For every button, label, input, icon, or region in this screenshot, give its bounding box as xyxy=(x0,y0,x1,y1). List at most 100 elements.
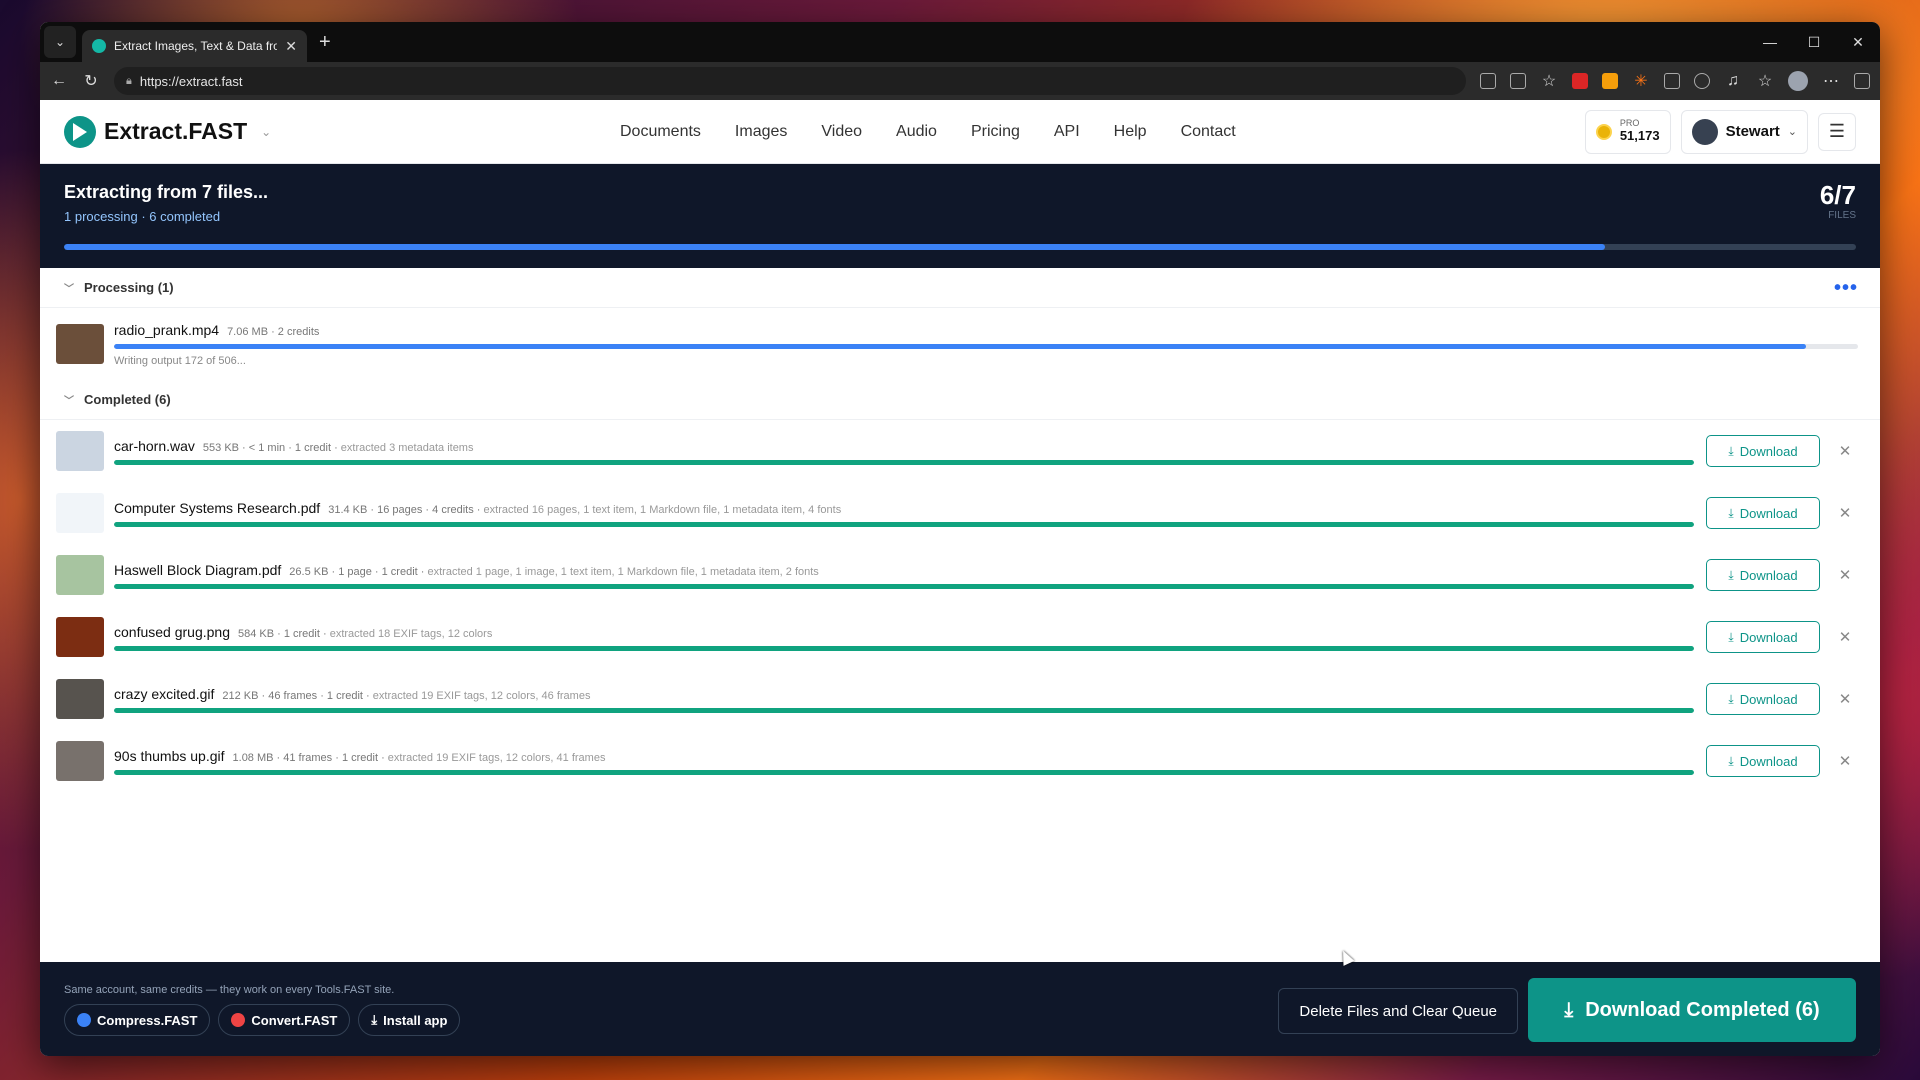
refresh-icon[interactable]: ↻ xyxy=(82,71,100,91)
download-button[interactable]: ⤓ Download xyxy=(1706,683,1820,715)
file-thumbnail xyxy=(56,741,104,781)
nav-images[interactable]: Images xyxy=(735,123,787,141)
favorites-icon[interactable]: ☆ xyxy=(1756,71,1774,91)
compress-fast-link[interactable]: Compress.FAST xyxy=(64,1004,211,1036)
file-progress-fill xyxy=(114,583,1694,589)
apps-icon[interactable] xyxy=(1480,73,1496,89)
credits-badge[interactable]: PRO 51,173 xyxy=(1584,109,1671,154)
sidebar-icon[interactable] xyxy=(1854,73,1870,89)
completed-row: 90s thumbs up.gif 1.08 MB · 41 frames · … xyxy=(40,730,1880,792)
main-nav: Documents Images Video Audio Pricing API… xyxy=(620,123,1236,141)
banner-title: Extracting from 7 files... xyxy=(64,182,269,202)
file-status-note: Writing output 172 of 506... xyxy=(114,354,246,367)
chevron-down-icon[interactable]: ⌄ xyxy=(261,125,271,139)
file-progress-bar xyxy=(114,645,1694,651)
nav-video[interactable]: Video xyxy=(821,123,862,141)
profile-icon[interactable] xyxy=(1788,71,1808,91)
tab-list-icon[interactable]: ⌄ xyxy=(44,26,76,58)
extension-burst-icon[interactable]: ✳ xyxy=(1632,71,1650,91)
file-progress-bar xyxy=(114,769,1694,775)
site-logo[interactable]: Extract.FAST ⌄ xyxy=(64,115,271,148)
install-app-label: Install app xyxy=(383,1012,448,1028)
hamburger-menu-icon[interactable]: ☰ xyxy=(1818,112,1856,151)
download-icon: ⤓ xyxy=(1728,505,1734,520)
maximize-icon[interactable]: ☐ xyxy=(1792,22,1836,62)
file-meta: 553 KB · < 1 min · 1 credit · extracted … xyxy=(203,442,474,454)
processing-header-label: Processing (1) xyxy=(84,280,174,295)
delete-clear-queue-button[interactable]: Delete Files and Clear Queue xyxy=(1278,988,1518,1034)
download-icon: ⤓ xyxy=(1728,691,1734,706)
nav-documents[interactable]: Documents xyxy=(620,123,701,141)
minimize-icon[interactable]: — xyxy=(1748,22,1792,62)
new-tab-icon[interactable]: + xyxy=(319,31,331,54)
download-completed-button[interactable]: ⤓ Download Completed (6) xyxy=(1528,978,1856,1042)
completed-row-content: 90s thumbs up.gif 1.08 MB · 41 frames · … xyxy=(114,748,1694,775)
file-progress-fill xyxy=(114,707,1694,713)
file-thumbnail xyxy=(56,431,104,471)
address-bar-row: ← ↻ 🔒︎ https://extract.fast ☆ ✳ ♫ ☆ ⋯ xyxy=(40,62,1880,100)
download-button[interactable]: ⤓ Download xyxy=(1706,559,1820,591)
file-name: Computer Systems Research.pdf xyxy=(114,499,321,516)
file-meta-basic: 553 KB · < 1 min · 1 credit · xyxy=(202,441,338,454)
media-icon[interactable]: ♫ xyxy=(1724,72,1742,90)
download-button[interactable]: ⤓ Download xyxy=(1706,497,1820,529)
download-icon: ⤓ xyxy=(1728,753,1734,768)
lock-icon[interactable]: 🔒︎ xyxy=(126,75,132,88)
install-app-button[interactable]: ⤓ Install app xyxy=(358,1004,461,1036)
download-button[interactable]: ⤓ Download xyxy=(1706,621,1820,653)
nav-help[interactable]: Help xyxy=(1114,123,1147,141)
reader-icon[interactable] xyxy=(1510,73,1526,89)
remove-file-icon[interactable]: ✕ xyxy=(1832,566,1858,584)
progress-banner: Extracting from 7 files... 1 processing … xyxy=(40,164,1880,268)
file-meta: 26.5 KB · 1 page · 1 credit · extracted … xyxy=(289,566,819,578)
file-meta-extracted: extracted 3 metadata items xyxy=(340,441,474,454)
convert-fast-link[interactable]: Convert.FAST xyxy=(218,1004,351,1036)
nav-audio[interactable]: Audio xyxy=(896,123,937,141)
download-label: Download xyxy=(1739,629,1798,645)
file-progress-fill xyxy=(114,521,1694,527)
completed-row: Haswell Block Diagram.pdf 26.5 KB · 1 pa… xyxy=(40,544,1880,606)
file-meta: 1.08 MB · 41 frames · 1 credit · extract… xyxy=(233,752,606,764)
completed-row-content: crazy excited.gif 212 KB · 46 frames · 1… xyxy=(114,686,1694,713)
extension-orange-icon[interactable] xyxy=(1602,73,1618,89)
compress-fast-label: Compress.FAST xyxy=(97,1012,198,1028)
completed-row-content: confused grug.png 584 KB · 1 credit · ex… xyxy=(114,624,1694,651)
file-meta: 31.4 KB · 16 pages · 4 credits · extract… xyxy=(328,504,841,516)
close-window-icon[interactable]: ✕ xyxy=(1836,22,1880,62)
completed-section-header[interactable]: ﹀ Completed (6) xyxy=(40,380,1880,420)
browser-tab[interactable]: Extract Images, Text & Data from A ✕ xyxy=(82,30,307,62)
download-button[interactable]: ⤓ Download xyxy=(1706,435,1820,467)
download-icon: ⤓ xyxy=(1564,998,1574,1021)
footer-bar: Same account, same credits — they work o… xyxy=(40,962,1880,1056)
nav-pricing[interactable]: Pricing xyxy=(971,123,1020,141)
favorite-star-icon[interactable]: ☆ xyxy=(1540,71,1558,91)
download-completed-label: Download Completed (6) xyxy=(1585,998,1820,1021)
processing-section-header[interactable]: ﹀ Processing (1) ••• xyxy=(40,268,1880,308)
back-icon[interactable]: ← xyxy=(50,72,68,90)
crop-icon[interactable] xyxy=(1664,73,1680,89)
file-thumbnail xyxy=(56,493,104,533)
file-progress-fill xyxy=(114,769,1694,775)
address-bar[interactable]: 🔒︎ https://extract.fast xyxy=(114,67,1466,95)
download-button[interactable]: ⤓ Download xyxy=(1706,745,1820,777)
extension-puzzle-icon[interactable] xyxy=(1694,73,1710,89)
file-name: 90s thumbs up.gif xyxy=(114,747,225,764)
footer-tagline: Same account, same credits — they work o… xyxy=(64,984,395,996)
more-icon[interactable]: ⋯ xyxy=(1822,71,1840,91)
user-menu[interactable]: Stewart ⌄ xyxy=(1680,109,1808,154)
file-meta-extracted: extracted 19 EXIF tags, 12 colors, 41 fr… xyxy=(387,751,606,764)
file-name: car-horn.wav xyxy=(114,437,195,454)
compress-logo-icon xyxy=(77,1013,91,1027)
extension-red-icon[interactable] xyxy=(1572,73,1588,89)
remove-file-icon[interactable]: ✕ xyxy=(1832,504,1858,522)
remove-file-icon[interactable]: ✕ xyxy=(1832,628,1858,646)
tab-close-icon[interactable]: ✕ xyxy=(285,38,297,55)
completed-row: crazy excited.gif 212 KB · 46 frames · 1… xyxy=(40,668,1880,730)
more-options-icon[interactable]: ••• xyxy=(1834,278,1858,298)
download-label: Download xyxy=(1739,753,1798,769)
nav-contact[interactable]: Contact xyxy=(1181,123,1236,141)
remove-file-icon[interactable]: ✕ xyxy=(1832,690,1858,708)
remove-file-icon[interactable]: ✕ xyxy=(1832,442,1858,460)
remove-file-icon[interactable]: ✕ xyxy=(1832,752,1858,770)
nav-api[interactable]: API xyxy=(1054,123,1080,141)
